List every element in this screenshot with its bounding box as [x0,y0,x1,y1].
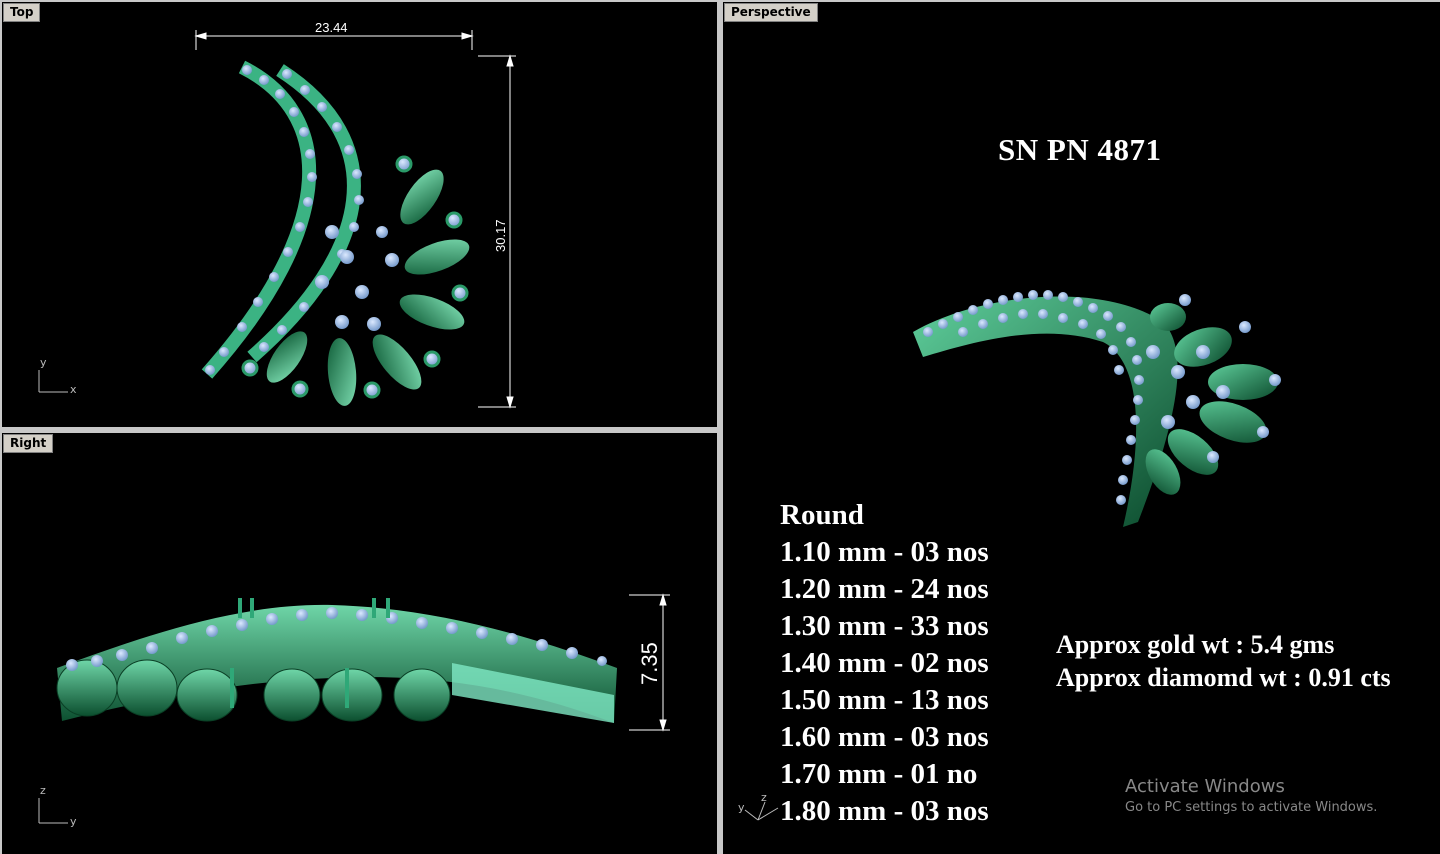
side-body [56,604,617,723]
axis-label-y-persp: y [738,801,745,814]
watermark-subtitle: Go to PC settings to activate Windows. [1125,800,1378,815]
axis-widget-perspective [744,801,779,821]
width-dim-label: 23.44 [315,20,348,35]
axis-label-z-persp: z [761,791,767,804]
axis-label-y: y [40,356,47,369]
right-view-render: 7.35 z y [38,593,670,828]
product-title: SN PN 4871 [998,132,1162,167]
diamond-weight: Approx diamomd wt : 0.91 cts [1056,663,1391,692]
right-viewport[interactable]: 7.35 z y Right [2,433,717,854]
weight-info: Approx gold wt : 5.4 gms Approx diamomd … [1056,628,1391,694]
activation-watermark: Activate Windows Go to PC settings to ac… [1125,776,1377,815]
tab-perspective-viewport[interactable]: Perspective [724,3,818,22]
top-view-render: 23.44 30.17 y x [38,20,516,409]
axis-widget-top [38,370,68,393]
stone-row: 1.60 mm - 03 nos [780,721,989,753]
tab-top-viewport[interactable]: Top [3,3,41,22]
stone-row: 1.50 mm - 13 nos [780,684,989,716]
top-viewport[interactable]: 23.44 30.17 y x Top [2,2,717,427]
stone-row: 1.10 mm - 03 nos [780,536,989,568]
stone-row: 1.30 mm - 33 nos [780,610,989,642]
side-height-dim-label: 7.35 [637,642,662,685]
stone-row: 1.70 mm - 01 no [780,758,978,790]
tab-right-viewport[interactable]: Right [3,434,54,453]
petals [266,169,470,406]
stone-row: 1.20 mm - 24 nos [780,573,989,605]
axis-label-x: x [70,383,77,396]
axis-widget-right [38,798,68,824]
axis-label-z: z [40,784,46,797]
stone-row: 1.80 mm - 03 nos [780,795,989,827]
perspective-viewport[interactable]: y z Perspective SN PN 4871 Round 1.10 mm… [723,2,1440,854]
stone-row: 1.40 mm - 02 nos [780,647,989,679]
stone-list-heading: Round [780,499,864,531]
stone-list: Round 1.10 mm - 03 nos 1.20 mm - 24 nos … [780,497,989,830]
watermark-title: Activate Windows [1125,776,1285,797]
gold-weight: Approx gold wt : 5.4 gms [1056,630,1335,659]
axis-label-y-right: y [70,815,77,828]
height-dim-label: 30.17 [493,219,508,252]
